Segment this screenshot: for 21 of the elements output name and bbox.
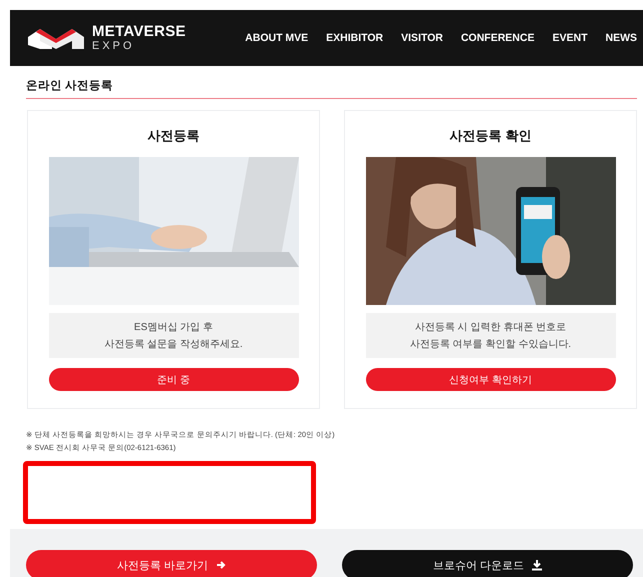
card-title: 사전등록 확인	[450, 127, 532, 145]
logo-subtitle: EXPO	[92, 41, 136, 52]
footer-button[interactable]: 사전등록 바로가기	[26, 550, 317, 577]
card-button[interactable]: 신청여부 확인하기	[366, 368, 616, 391]
section-title: 온라인 사전등록	[26, 78, 637, 99]
footer-button[interactable]: 브로슈어 다운로드	[342, 550, 633, 577]
download-icon	[532, 560, 542, 570]
description-text: 사전등록 시 입력한 휴대폰 번호로	[414, 321, 566, 334]
nav-link[interactable]: EXHIBITOR	[326, 32, 384, 44]
card-button[interactable]: 준비 중	[48, 368, 298, 391]
nav-link[interactable]: EVENT	[552, 32, 588, 44]
description-text: 사전등록 설문을 작성해주세요.	[104, 338, 243, 351]
arrow-right-icon	[216, 560, 226, 570]
card-title: 사전등록	[148, 127, 200, 145]
description-text: 사전등록 여부를 확인할 수있습니다.	[410, 338, 572, 351]
nav-link[interactable]: CONFERENCE	[460, 32, 534, 44]
logo-title: METAVERSE	[92, 24, 186, 39]
nav-link[interactable]: ABOUT MVE	[245, 32, 308, 44]
nav-link[interactable]: NEWS	[606, 32, 637, 44]
description-text: ES멤버십 가입 후	[134, 321, 213, 334]
nav-link[interactable]: VISITOR	[401, 32, 443, 44]
